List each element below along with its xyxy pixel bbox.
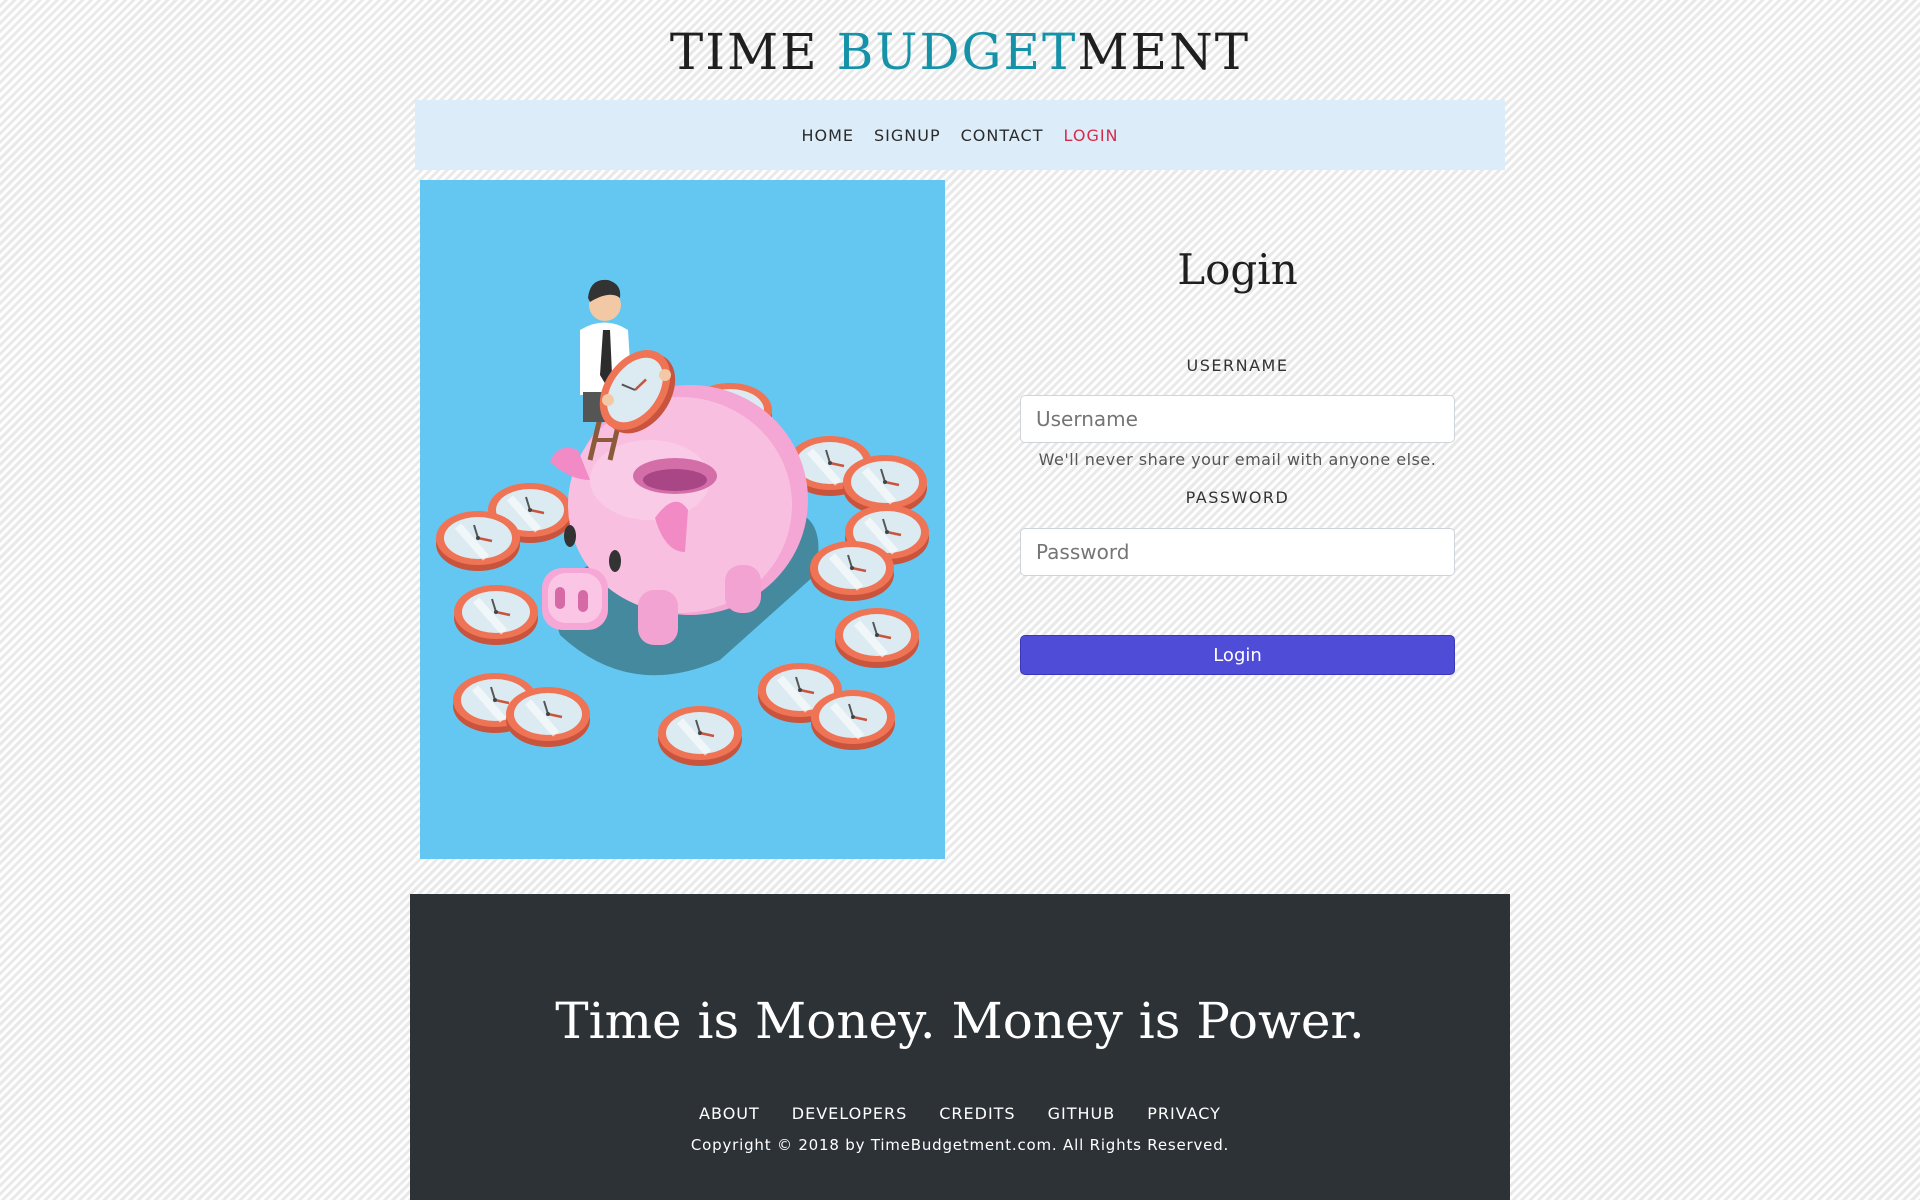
footer-link-about[interactable]: ABOUT <box>699 1104 760 1123</box>
logo-text-time: TIME <box>669 23 837 81</box>
password-input[interactable] <box>1020 528 1455 576</box>
login-title: Login <box>1177 245 1298 294</box>
footer-link-github[interactable]: GITHUB <box>1048 1104 1116 1123</box>
footer-links: ABOUT DEVELOPERS CREDITS GITHUB PRIVACY <box>410 1104 1510 1123</box>
footer-link-privacy[interactable]: PRIVACY <box>1147 1104 1221 1123</box>
password-label: PASSWORD <box>1185 488 1290 507</box>
username-input[interactable] <box>1020 395 1455 443</box>
email-help-text: We'll never share your email with anyone… <box>1038 450 1437 469</box>
site-footer: Time is Money. Money is Power. ABOUT DEV… <box>410 894 1510 1200</box>
copyright-text: Copyright © 2018 by TimeBudgetment.com. … <box>690 1136 1230 1154</box>
login-form: Login USERNAME We'll never share your em… <box>1020 220 1455 675</box>
site-logo[interactable]: TIME BUDGETMENT <box>0 22 1920 82</box>
footer-link-developers[interactable]: DEVELOPERS <box>792 1104 907 1123</box>
nav-home[interactable]: HOME <box>801 126 854 145</box>
logo-text-budget: BUDGET <box>836 23 1078 81</box>
footer-link-credits[interactable]: CREDITS <box>939 1104 1015 1123</box>
nav-signup[interactable]: SIGNUP <box>874 126 941 145</box>
logo-text-ment: MENT <box>1077 23 1251 81</box>
main-nav: HOME SIGNUP CONTACT LOGIN <box>415 100 1505 170</box>
nav-login[interactable]: LOGIN <box>1064 126 1119 145</box>
login-button[interactable]: Login <box>1020 635 1455 675</box>
username-label: USERNAME <box>1186 356 1289 375</box>
hero-illustration <box>420 180 945 859</box>
footer-tagline: Time is Money. Money is Power. <box>555 992 1365 1050</box>
nav-contact[interactable]: CONTACT <box>961 126 1044 145</box>
piggy-bank-illustration <box>420 279 945 859</box>
